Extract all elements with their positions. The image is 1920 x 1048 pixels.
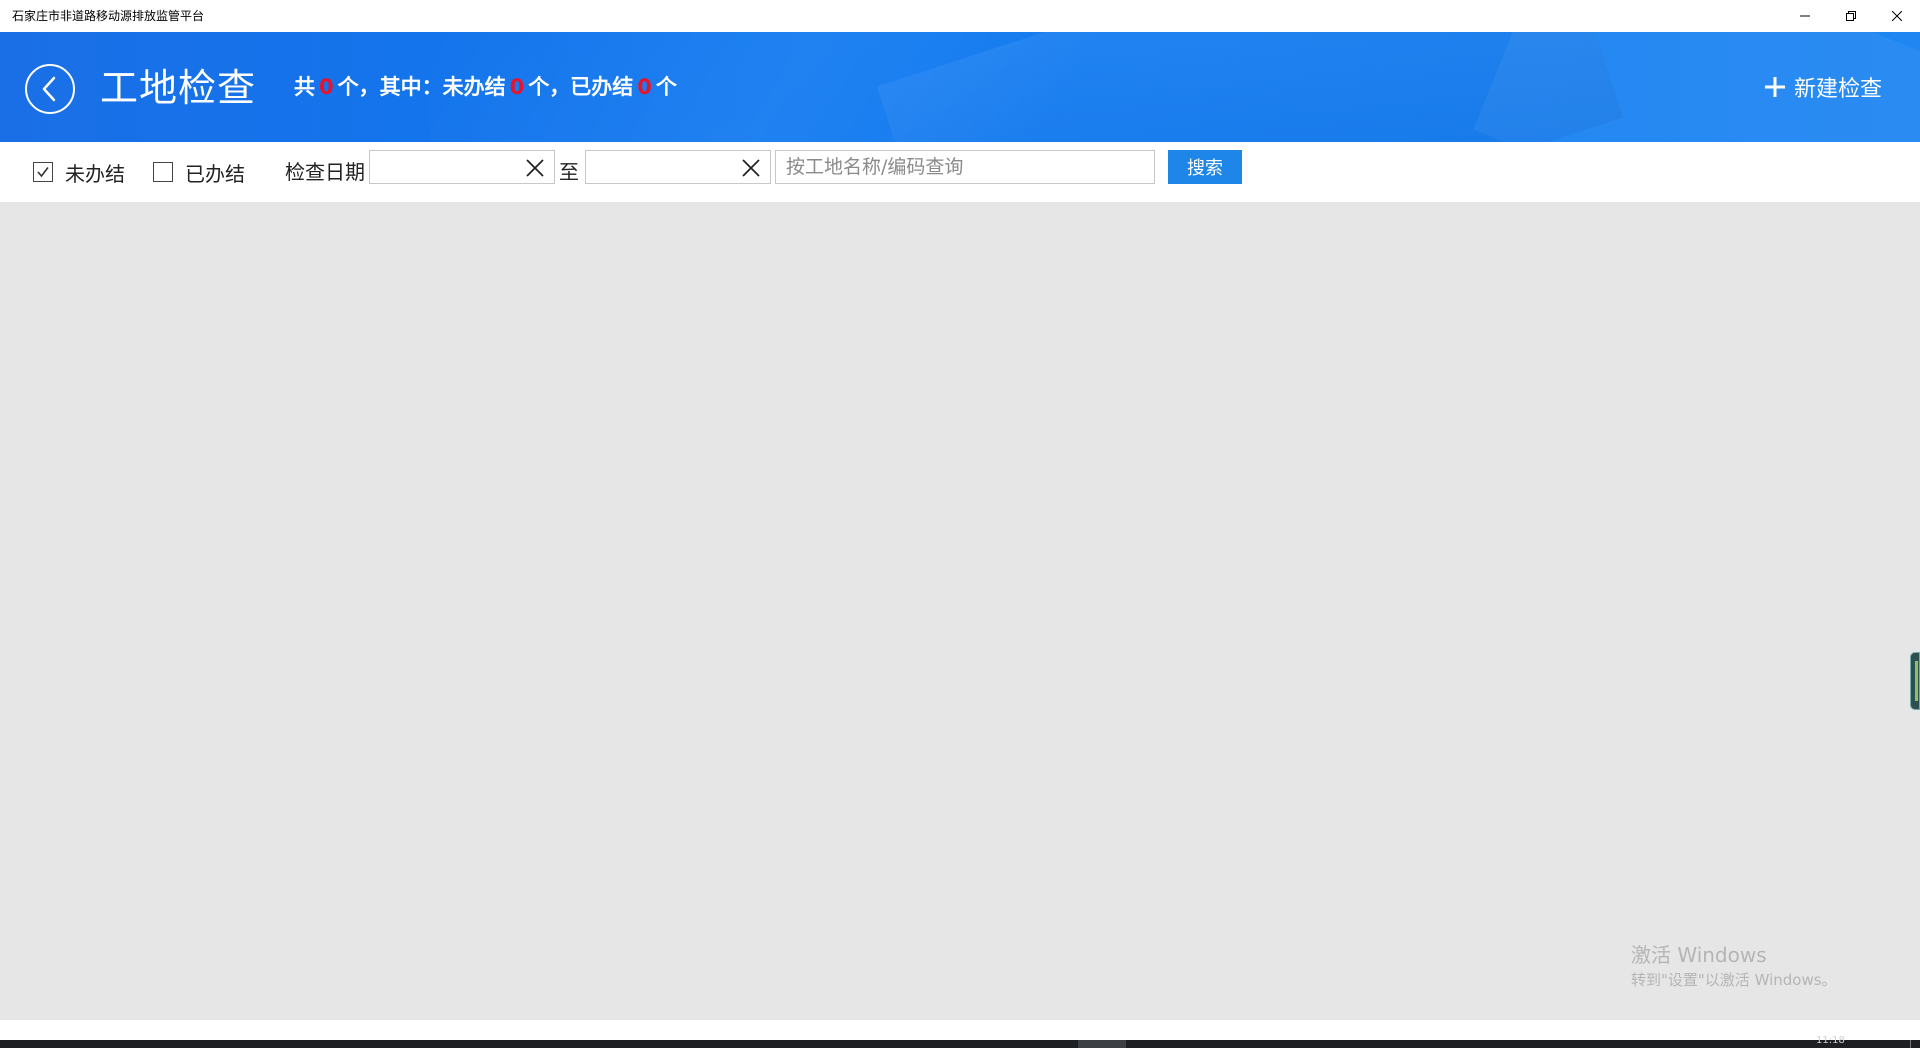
minimize-icon (1800, 15, 1810, 17)
results-area (0, 202, 1920, 1020)
count-summary: 共 0 个，其中：未办结 0 个，已办结 0 个 (294, 73, 677, 101)
chevron-left-icon (42, 76, 56, 102)
unfinished-checkbox[interactable]: 未办结 (33, 157, 125, 187)
summary-suffix: 个 (655, 75, 677, 99)
close-button[interactable] (1874, 0, 1920, 32)
summary-prefix: 共 (294, 75, 315, 99)
side-drawer-handle[interactable] (1910, 652, 1920, 710)
clear-x-icon[interactable] (740, 157, 762, 179)
taskbar-clock: 11:18 (1816, 1035, 1845, 1046)
search-button[interactable]: 搜索 (1168, 150, 1242, 184)
page-title: 工地检查 (100, 66, 257, 110)
filter-bar: 未办结 已办结 检查日期 至 搜索 (0, 142, 1920, 202)
finished-label: 已办结 (185, 161, 245, 186)
close-icon (1892, 11, 1902, 21)
restore-icon (1846, 11, 1856, 21)
end-date-field[interactable] (585, 150, 771, 184)
new-inspection-label: 新建检查 (1794, 77, 1883, 102)
date-range-separator: 至 (559, 160, 579, 184)
date-label: 检查日期 (285, 160, 365, 184)
page-header: 工地检查 共 0 个，其中：未办结 0 个，已办结 0 个 新建检查 (0, 32, 1920, 142)
window-titlebar: 石家庄市非道路移动源排放监管平台 (0, 0, 1920, 32)
window-title: 石家庄市非道路移动源排放监管平台 (12, 9, 205, 23)
total-count: 0 (319, 75, 334, 99)
windows-activation-watermark: 激活 Windows 转到"设置"以激活 Windows。 (1631, 942, 1837, 990)
plus-icon (1764, 76, 1786, 98)
taskbar-separator (1910, 1040, 1911, 1048)
summary-text: 个，已办结 (528, 75, 634, 99)
checkbox-checked-icon (33, 162, 53, 182)
start-date-field[interactable] (369, 150, 555, 184)
summary-text: 个，其中：未办结 (337, 75, 506, 99)
restore-button[interactable] (1828, 0, 1874, 32)
checkbox-unchecked-icon (153, 162, 173, 182)
unfinished-count: 0 (509, 75, 525, 99)
new-inspection-button[interactable]: 新建检查 (1764, 69, 1882, 105)
back-button[interactable] (25, 64, 75, 114)
unfinished-label: 未办结 (65, 161, 125, 186)
clear-x-icon[interactable] (524, 157, 546, 179)
handle-grip-icon (1915, 661, 1918, 701)
watermark-title: 激活 Windows (1631, 943, 1767, 967)
site-search-input[interactable] (775, 150, 1155, 184)
minimize-button[interactable] (1782, 0, 1828, 32)
finished-checkbox[interactable]: 已办结 (153, 157, 245, 187)
taskbar-app-slot[interactable] (1078, 1040, 1126, 1048)
watermark-subtitle: 转到"设置"以激活 Windows。 (1631, 971, 1837, 989)
taskbar: 11:18 (0, 1035, 1920, 1048)
finished-count: 0 (637, 75, 652, 99)
